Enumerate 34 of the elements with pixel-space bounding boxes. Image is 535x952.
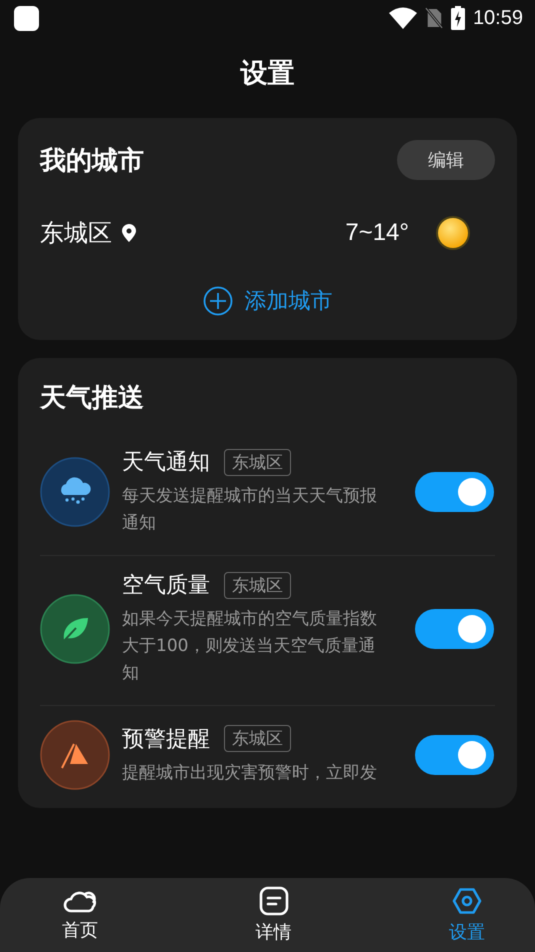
wifi-icon <box>388 7 417 29</box>
nav-tab[interactable]: 首页 <box>54 878 106 952</box>
city-name: 东城区 <box>40 218 112 249</box>
card-title: 我的城市 <box>40 144 144 178</box>
setting-title: 空气质量 <box>122 572 210 600</box>
settings-icon <box>452 886 482 916</box>
document-icon <box>258 886 288 916</box>
battery-icon <box>450 6 465 30</box>
setting-description: 提醒城市出现灾害预警时，立即发 <box>122 762 378 784</box>
sun-icon <box>435 215 471 251</box>
toggle-switch[interactable] <box>415 735 494 775</box>
leaf-icon <box>40 594 110 664</box>
city-tag: 东城区 <box>224 725 291 752</box>
city-tag: 东城区 <box>224 572 291 598</box>
page-title: 设置 <box>239 57 296 91</box>
card-title: 天气推送 <box>40 382 145 415</box>
setting-title: 天气通知 <box>122 449 210 477</box>
add-city-button[interactable]: 添加城市 <box>192 278 342 340</box>
city-tag: 东城区 <box>224 448 291 476</box>
nav-tab[interactable]: 详情 <box>248 878 300 952</box>
setting-description: 如果今天提醒城市的空气质量指数大于100，则发送当天空气质量通知 <box>122 608 378 685</box>
plus-circle-icon <box>202 286 232 316</box>
toggle-switch[interactable] <box>415 472 494 512</box>
rain-cloud-icon <box>40 457 110 527</box>
no-sim-icon <box>424 7 443 29</box>
toggle-switch[interactable] <box>415 608 494 648</box>
temperature-range: 7~14° <box>345 219 409 247</box>
edit-button[interactable]: 编辑 <box>397 140 495 180</box>
status-time: 10:59 <box>472 6 523 30</box>
location-pin-icon <box>122 224 136 242</box>
app-icon <box>14 6 39 30</box>
setting-title: 预警提醒 <box>122 726 210 754</box>
nav-tab[interactable]: 设置 <box>441 878 493 952</box>
setting-description: 每天发送提醒城市的当天天气预报通知 <box>122 485 378 535</box>
